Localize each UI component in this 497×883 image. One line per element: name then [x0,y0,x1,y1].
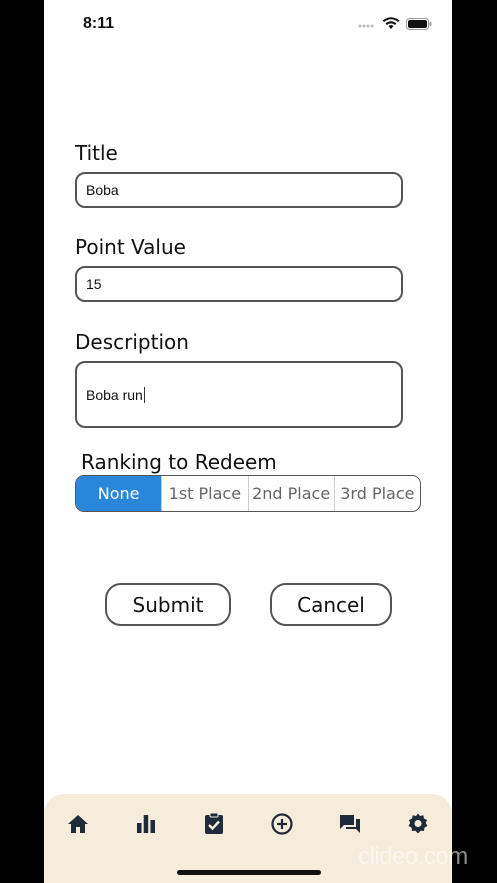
ranking-segmented-control[interactable]: None 1st Place 2nd Place 3rd Place [75,475,421,512]
bar-chart-icon[interactable] [134,812,158,836]
text-caret [143,386,145,403]
ranking-option-none[interactable]: None [76,476,162,511]
cancel-button[interactable]: Cancel [270,583,392,626]
title-label: Title [75,141,118,165]
wifi-icon [382,17,400,29]
submit-button[interactable]: Submit [105,583,231,626]
chat-icon[interactable] [338,812,362,836]
home-icon[interactable] [66,812,90,836]
signal-icon [358,24,374,27]
description-field-value: Boba run [86,386,143,403]
ranking-label: Ranking to Redeem [81,450,277,474]
point-value-field-value: 15 [86,276,102,292]
clipboard-check-icon[interactable] [202,812,226,836]
ranking-option-3rd-place[interactable]: 3rd Place [333,476,420,511]
home-indicator[interactable] [177,870,321,875]
status-icons [358,17,432,30]
add-circle-icon[interactable] [270,812,294,836]
app-screen: 8:11 Title Boba Point Value 15 Descripti… [44,0,452,883]
watermark: clideo.com [358,843,468,870]
title-field[interactable]: Boba [75,172,403,208]
point-value-label: Point Value [75,235,186,259]
gear-icon[interactable] [406,812,430,836]
battery-icon [406,17,432,30]
point-value-field[interactable]: 15 [75,266,403,302]
ranking-option-1st-place[interactable]: 1st Place [161,476,248,511]
title-field-value: Boba [86,182,119,198]
description-field[interactable]: Boba run [75,361,403,428]
status-bar: 8:11 [44,0,452,50]
description-label: Description [75,330,189,354]
ranking-option-2nd-place[interactable]: 2nd Place [247,476,334,511]
status-time: 8:11 [83,15,115,32]
